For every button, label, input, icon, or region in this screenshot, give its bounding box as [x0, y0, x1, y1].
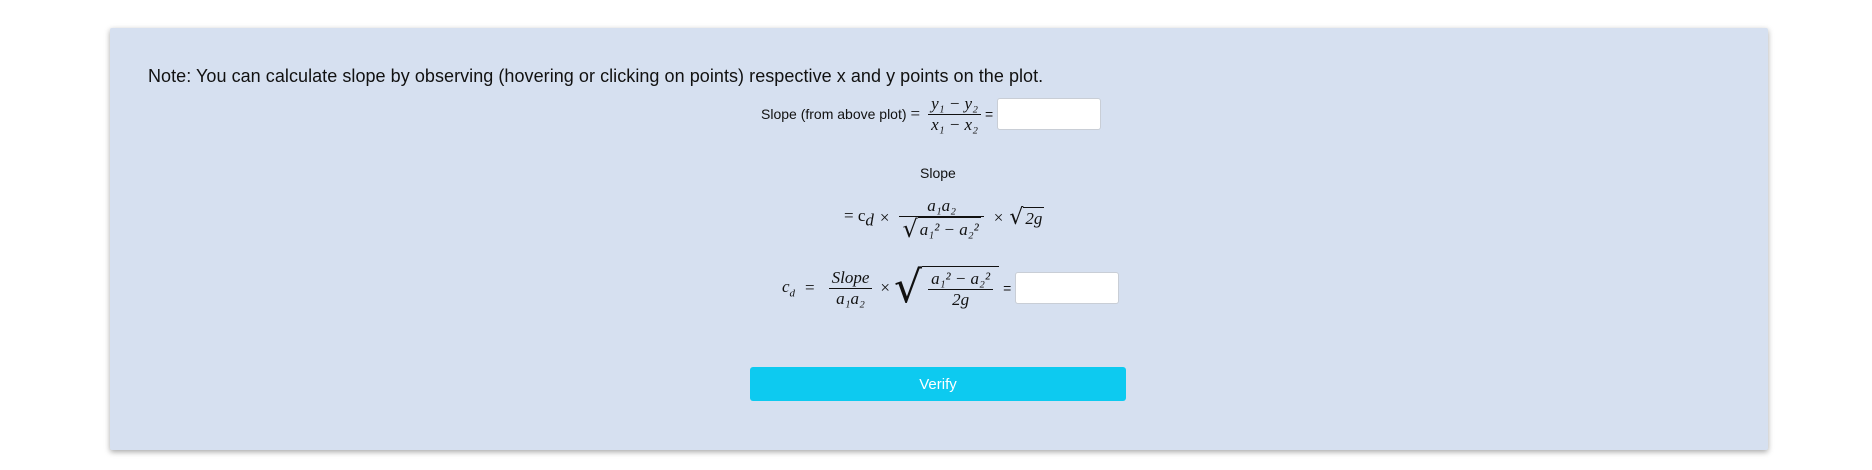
slope-fraction-numerator: y₁ − y₂ [931, 93, 979, 113]
cd-input[interactable] [1015, 272, 1120, 304]
slope-row-trailing-equals: = [985, 106, 994, 122]
cd-sqrt-body: a₁² − a₂² 2g [922, 266, 1000, 310]
cd-fraction-numerator: Slope [831, 267, 870, 287]
slope-row: Slope (from above plot) = y₁ − y₂ x₁ − x… [761, 92, 1102, 136]
times-sign: × [879, 208, 890, 227]
slope-fraction: y₁ − y₂ x₁ − x₂ [928, 93, 982, 135]
slope-formula-lead: = cd [844, 206, 874, 230]
radical-icon: √ [894, 262, 923, 313]
slope-formula-denominator: √ a₁² − a₂² [899, 214, 983, 243]
slope-formula-sqrt-term: 2g [1023, 207, 1045, 228]
cd-lhs-text: c [782, 276, 790, 296]
radical-icon: √ [1009, 205, 1024, 230]
slope-formula-lead-sub: d [865, 210, 874, 230]
slope-formula-radicand: a₁² − a₂² [917, 216, 981, 241]
cd-sqrt-fraction: a₁² − a₂² 2g [928, 268, 994, 310]
cd-sqrt-denominator: 2g [952, 289, 970, 309]
sqrt-symbol: √ a₁² − a₂² [902, 214, 981, 243]
cd-row: cd = Slope a₁a₂ × √ a₁² − a₂² 2g = [782, 258, 1120, 318]
instruction-note: Note: You can calculate slope by observi… [148, 66, 1044, 86]
slope-formula-lead-text: = c [844, 205, 866, 225]
cd-sqrt-numerator: a₁² − a₂² [931, 268, 991, 288]
slope-formula-numerator: a₁a₂ [927, 195, 957, 215]
sqrt-symbol: √ 2g [1009, 205, 1045, 230]
radical-icon: √ [902, 214, 918, 243]
cd-fraction-denominator: a₁a₂ [836, 288, 865, 308]
cd-lhs: cd [782, 277, 795, 299]
slope-row-equals: = [910, 104, 921, 123]
times-sign: × [993, 208, 1004, 227]
cd-equals: = [805, 278, 815, 297]
times-sign: × [880, 278, 891, 297]
slope-fraction-denominator: x₁ − x₂ [931, 114, 979, 134]
verify-button[interactable]: Verify [750, 367, 1126, 401]
slope-row-label: Slope (from above plot) [761, 106, 907, 122]
slope-formula: = cd × a₁a₂ √ a₁² − a₂² × √ 2g [844, 190, 1045, 246]
slope-heading: Slope [920, 165, 956, 181]
cd-trailing-equals: = [1003, 280, 1012, 296]
cd-lhs-sub: d [789, 287, 796, 300]
sqrt-symbol: √ a₁² − a₂² 2g [894, 262, 1000, 313]
cd-fraction: Slope a₁a₂ [828, 267, 873, 309]
calculation-card: Note: You can calculate slope by observi… [110, 28, 1768, 450]
slope-input[interactable] [997, 98, 1102, 130]
slope-formula-fraction: a₁a₂ √ a₁² − a₂² [899, 195, 984, 243]
